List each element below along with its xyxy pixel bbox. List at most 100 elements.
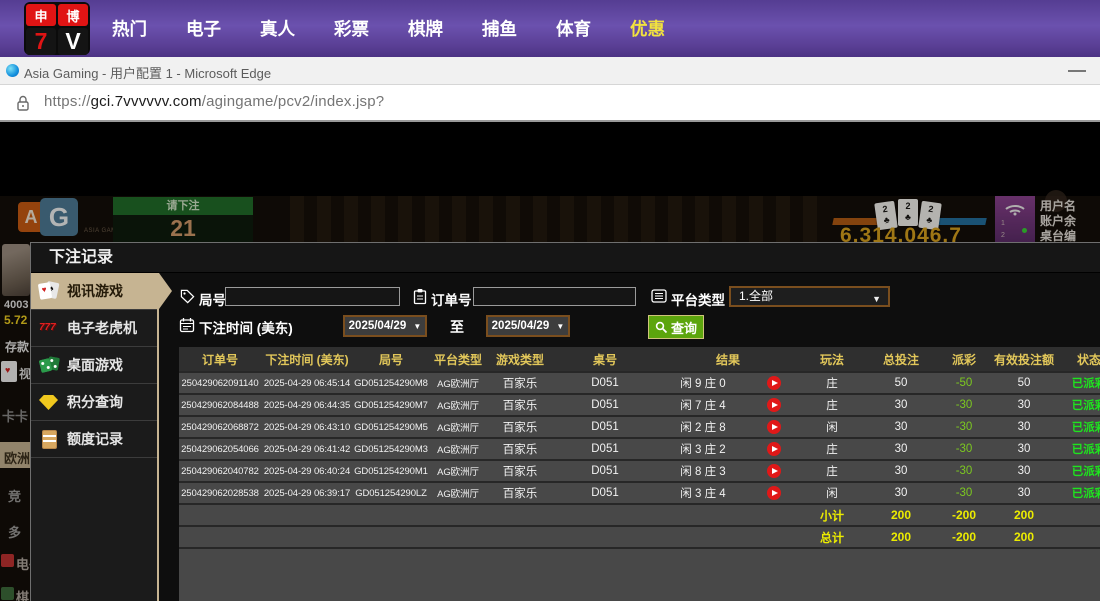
cell-game: 百家乐 [487,375,553,391]
lock-icon[interactable] [15,94,31,112]
sidebar-item-table-games[interactable]: 桌面游戏 [31,347,157,384]
sidebar-item-slot-machines[interactable]: 电子老虎机 [31,310,157,347]
seat-number: 2 [1001,232,1005,239]
url-domain: gci.7vvvvvv.com [91,93,202,110]
table-row: 250429062091140 2025-04-29 06:45:14 GD05… [179,371,1100,393]
modal-sidebar: 视讯游戏 电子老虎机 桌面游戏 积分查询 额度记录 [31,273,159,601]
nav-item-hot[interactable]: 热门 [112,16,147,41]
sidebar-item-points-query[interactable]: 积分查询 [31,384,157,421]
video-tab-icon [1,361,17,382]
cell-time: 2025-04-29 06:43:10 [261,422,353,433]
total-label: 总计 [799,529,865,546]
site-logo[interactable]: 申 博 7 V [24,2,90,55]
cell-round: GD051254290M1 [353,466,429,477]
user-info-labels: 用户名 账户余 桌台编 [1040,199,1100,244]
nav-item-sports[interactable]: 体育 [556,16,591,41]
cell-game: 百家乐 [487,485,553,501]
sidebar-item-quota-records[interactable]: 额度记录 [31,421,157,458]
nav-item-promo[interactable]: 优惠 [630,16,665,41]
countdown-number: 21 [113,215,253,242]
cell-bet: 30 [865,487,937,499]
cell-status: 已派彩 [1057,441,1100,457]
bet-records-table: 订单号 下注时间 (美东) 局号 平台类型 游戏类型 桌号 结果 玩法 总投注 … [179,347,1100,601]
nav-item-lottery[interactable]: 彩票 [334,16,369,41]
duo-tab: 多 [8,522,21,541]
magnifier-icon [655,321,668,334]
sidebar-item-video-games[interactable]: 视讯游戏 [31,273,157,310]
cell-status: 已派彩 [1057,397,1100,413]
logo-v: V [58,28,88,55]
search-button-label: 查询 [671,318,697,337]
col-play: 玩法 [799,351,865,368]
cell-table: D051 [553,487,657,499]
replay-button[interactable] [767,398,781,412]
cell-order: 250429062091140 [179,378,261,389]
date-from-picker[interactable]: 2025/04/29 [343,315,427,337]
logo-7: 7 [26,28,56,55]
address-bar[interactable]: https://gci.7vvvvvv.com/agingame/pcv2/in… [0,85,1100,122]
cell-platform: AG欧洲厅 [429,398,487,412]
cell-valid: 30 [991,443,1057,455]
clipboard-icon [413,288,427,305]
online-dot [1022,228,1027,233]
cell-bet: 30 [865,421,937,433]
sidebar-label: 额度记录 [67,429,123,449]
cell-play: 闲 [799,485,865,501]
cell-result: 闲 2 庄 8 [657,419,749,435]
sidebar-label: 视讯游戏 [67,281,123,301]
document-icon [38,429,60,449]
cell-table: D051 [553,443,657,455]
cell-play: 闲 [799,419,865,435]
minimize-button[interactable] [1068,70,1086,72]
replay-button[interactable] [767,486,781,500]
cell-status: 已派彩 [1057,485,1100,501]
cell-valid: 30 [991,399,1057,411]
cell-result: 闲 7 庄 4 [657,397,749,413]
round-input[interactable] [225,287,400,306]
table-row: 250429062054066 2025-04-29 06:41:42 GD05… [179,437,1100,459]
table-end-divider [179,547,1100,549]
logo-shen: 申 [26,4,56,26]
platform-type-select[interactable]: 1.全部 [729,286,890,307]
subtotal-row: 小计 200 -200 200 [179,503,1100,525]
col-payout: 派彩 [937,351,991,368]
date-to-picker[interactable]: 2025/04/29 [486,315,570,337]
cell-result: 闲 8 庄 3 [657,463,749,479]
cell-time: 2025-04-29 06:39:17 [261,488,353,499]
replay-button[interactable] [767,442,781,456]
ag-logo-g: G [40,198,78,236]
replay-button[interactable] [767,376,781,390]
bet-time-label: 下注时间 (美东) [199,317,293,337]
url-prefix: https:// [44,93,91,110]
cell-play: 庄 [799,375,865,391]
replay-button[interactable] [767,420,781,434]
order-input[interactable] [473,287,636,306]
cell-table: D051 [553,399,657,411]
dice-icon [38,355,60,375]
col-valid: 有效投注额 [991,351,1057,368]
cell-bet: 50 [865,377,937,389]
cell-time: 2025-04-29 06:45:14 [261,378,353,389]
subtotal-bet: 200 [865,508,937,522]
subtotal-label: 小计 [799,507,865,524]
cell-bet: 30 [865,443,937,455]
slot-777-icon [38,318,60,338]
search-button[interactable]: 查询 [648,315,704,339]
nav-item-board[interactable]: 棋牌 [408,16,443,41]
replay-button[interactable] [767,464,781,478]
logo-bo: 博 [58,4,88,26]
table-row: 250429062040782 2025-04-29 06:40:24 GD05… [179,459,1100,481]
balance-label: 账户余 [1040,214,1100,229]
cell-valid: 30 [991,421,1057,433]
to-label: 至 [450,317,464,337]
nav-item-fishing[interactable]: 捕鱼 [482,16,517,41]
nav-item-live[interactable]: 真人 [260,16,295,41]
nav-item-slots[interactable]: 电子 [186,16,221,41]
cell-valid: 50 [991,377,1057,389]
cell-round: GD051254290M5 [353,422,429,433]
cell-result: 闲 3 庄 4 [657,485,749,501]
cell-valid: 30 [991,487,1057,499]
sidebar-label: 电子老虎机 [67,318,137,338]
col-round: 局号 [353,351,429,368]
cell-platform: AG欧洲厅 [429,420,487,434]
